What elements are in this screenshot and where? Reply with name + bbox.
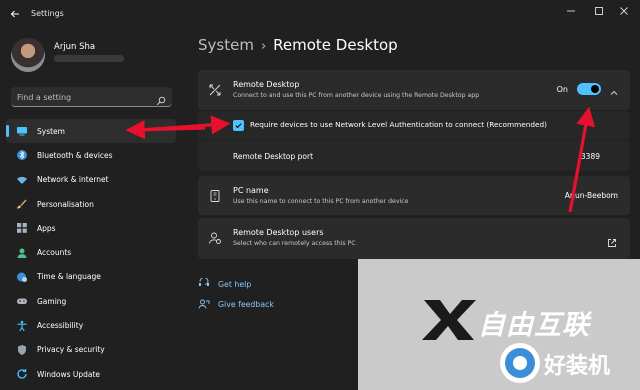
- globe-clock-icon: [16, 271, 28, 283]
- sidebar-item-accounts[interactable]: Accounts: [6, 240, 176, 264]
- accessibility-icon: [16, 320, 28, 332]
- pc-name-description: Use this name to connect to this PC from…: [233, 198, 409, 205]
- pc-name-value: Arjun-Beebom: [564, 191, 618, 200]
- page-title: Remote Desktop: [273, 36, 398, 54]
- watermark-circle-logo: [500, 343, 540, 383]
- title-bar: Settings: [0, 0, 640, 30]
- search-box[interactable]: [11, 87, 172, 107]
- breadcrumb: System › Remote Desktop: [198, 36, 398, 54]
- remote-desktop-toggle[interactable]: [577, 83, 601, 95]
- close-button[interactable]: [613, 4, 635, 18]
- port-value: 3389: [580, 152, 600, 161]
- search-input[interactable]: [17, 91, 147, 103]
- give-feedback-link[interactable]: Give feedback: [198, 298, 274, 310]
- pc-name-card[interactable]: PC name Use this name to connect to this…: [198, 176, 630, 215]
- breadcrumb-separator: ›: [260, 39, 267, 54]
- users-icon: [207, 230, 223, 246]
- give-feedback-label[interactable]: Give feedback: [218, 300, 274, 309]
- avatar[interactable]: [11, 38, 45, 72]
- users-title: Remote Desktop users: [233, 228, 324, 237]
- sidebar-item-label: Privacy & security: [37, 345, 105, 355]
- sidebar-item-label: Time & language: [37, 272, 101, 282]
- shield-icon: [16, 344, 28, 356]
- back-arrow-icon[interactable]: [8, 7, 22, 21]
- sidebar-item-label: Network & internet: [37, 175, 109, 185]
- watermark-text-secondary: 好装机: [544, 354, 611, 379]
- remote-desktop-users-card[interactable]: Remote Desktop users Select who can remo…: [198, 218, 630, 259]
- sidebar-item-windows-update[interactable]: Windows Update: [6, 362, 176, 386]
- nla-label: Require devices to use Network Level Aut…: [250, 120, 547, 129]
- nla-row: Require devices to use Network Level Aut…: [198, 111, 630, 140]
- toggle-knob: [591, 85, 599, 93]
- sidebar-item-label: Apps: [37, 223, 56, 233]
- get-help-label[interactable]: Get help: [218, 280, 251, 289]
- get-help-link[interactable]: Get help: [198, 278, 251, 290]
- watermark-x-logo: [422, 300, 476, 340]
- sidebar-item-privacy-security[interactable]: Privacy & security: [6, 338, 176, 362]
- toggle-state-label: On: [556, 85, 568, 94]
- sidebar-item-time-language[interactable]: Time & language: [6, 265, 176, 289]
- sidebar-item-personalisation[interactable]: Personalisation: [6, 192, 176, 216]
- remote-desktop-description: Connect to and use this PC from another …: [233, 92, 480, 99]
- search-icon[interactable]: [156, 91, 166, 106]
- remote-desktop-icon: [207, 82, 223, 98]
- sidebar-item-label: Gaming: [37, 296, 67, 306]
- bluetooth-icon: [16, 149, 28, 161]
- sidebar-item-label: Bluetooth & devices: [37, 150, 113, 160]
- sidebar-item-apps[interactable]: Apps: [6, 216, 176, 240]
- sidebar-item-label: Personalisation: [37, 199, 94, 209]
- sidebar-item-label: System: [37, 126, 65, 136]
- port-row: Remote Desktop port 3389: [198, 141, 630, 171]
- sidebar-item-system[interactable]: System: [6, 119, 176, 144]
- checkmark-icon: [235, 123, 242, 129]
- maximize-button[interactable]: [588, 4, 610, 18]
- wifi-icon: [16, 174, 28, 186]
- gamepad-icon: [16, 295, 28, 307]
- sidebar-item-accessibility[interactable]: Accessibility: [6, 313, 176, 337]
- help-icon: [198, 278, 210, 290]
- chevron-up-icon[interactable]: [609, 83, 619, 95]
- users-description: Select who can remotely access this PC: [233, 240, 356, 247]
- breadcrumb-parent[interactable]: System: [198, 36, 254, 54]
- port-label: Remote Desktop port: [233, 152, 314, 161]
- remote-desktop-card: Remote Desktop Connect to and use this P…: [198, 70, 630, 110]
- minimize-button[interactable]: [560, 4, 582, 18]
- window-title: Settings: [31, 9, 64, 18]
- sidebar-item-network[interactable]: Network & internet: [6, 168, 176, 192]
- pc-icon: [207, 188, 223, 204]
- sidebar-nav: System Bluetooth & devices Network & int…: [6, 119, 176, 386]
- external-link-icon[interactable]: [607, 233, 617, 247]
- user-email-blurred: [54, 55, 124, 62]
- nla-checkbox[interactable]: [233, 120, 244, 131]
- sidebar-item-label: Accounts: [37, 248, 72, 258]
- brush-icon: [16, 198, 28, 210]
- user-name: Arjun Sha: [54, 42, 96, 52]
- sidebar-item-label: Accessibility: [37, 321, 84, 331]
- sidebar-item-gaming[interactable]: Gaming: [6, 289, 176, 313]
- person-icon: [16, 247, 28, 259]
- apps-icon: [16, 222, 28, 234]
- pc-name-title: PC name: [233, 186, 269, 195]
- monitor-icon: [16, 125, 28, 137]
- update-icon: [16, 368, 28, 380]
- sidebar-item-bluetooth[interactable]: Bluetooth & devices: [6, 143, 176, 167]
- feedback-icon: [198, 298, 210, 310]
- sidebar-item-label: Windows Update: [37, 369, 101, 379]
- remote-desktop-title: Remote Desktop: [233, 80, 300, 89]
- watermark-text: 自由互联: [478, 310, 590, 341]
